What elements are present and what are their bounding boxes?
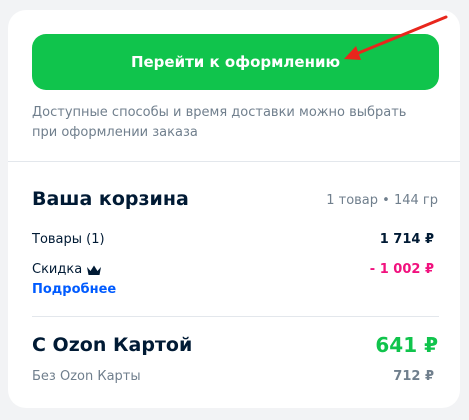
discount-label-row: Скидка (32, 262, 102, 277)
ozon-card-price: 641 ₽ (375, 333, 438, 357)
checkout-button-label: Перейти к оформлению (130, 53, 341, 71)
cart-title: Ваша корзина (32, 188, 189, 210)
goods-label: Товары (1) (32, 232, 105, 247)
cart-summary-card: Перейти к оформлению Доступные способы и… (8, 10, 460, 408)
no-card-price: 712 ₽ (393, 369, 434, 384)
divider (32, 316, 439, 317)
crown-icon (86, 264, 102, 276)
details-link[interactable]: Подробнее (32, 282, 116, 297)
checkout-button[interactable]: Перейти к оформлению (32, 34, 439, 90)
discount-label: Скидка (32, 262, 83, 277)
no-card-label: Без Ozon Карты (32, 369, 141, 384)
ozon-card-label: С Ozon Картой (32, 334, 193, 356)
delivery-hint: Доступные способы и время доставки можно… (32, 105, 407, 140)
goods-value: 1 714 ₽ (379, 232, 434, 247)
discount-value: - 1 002 ₽ (369, 262, 434, 277)
cart-meta: 1 товар • 144 гр (326, 193, 438, 208)
divider (8, 161, 460, 162)
